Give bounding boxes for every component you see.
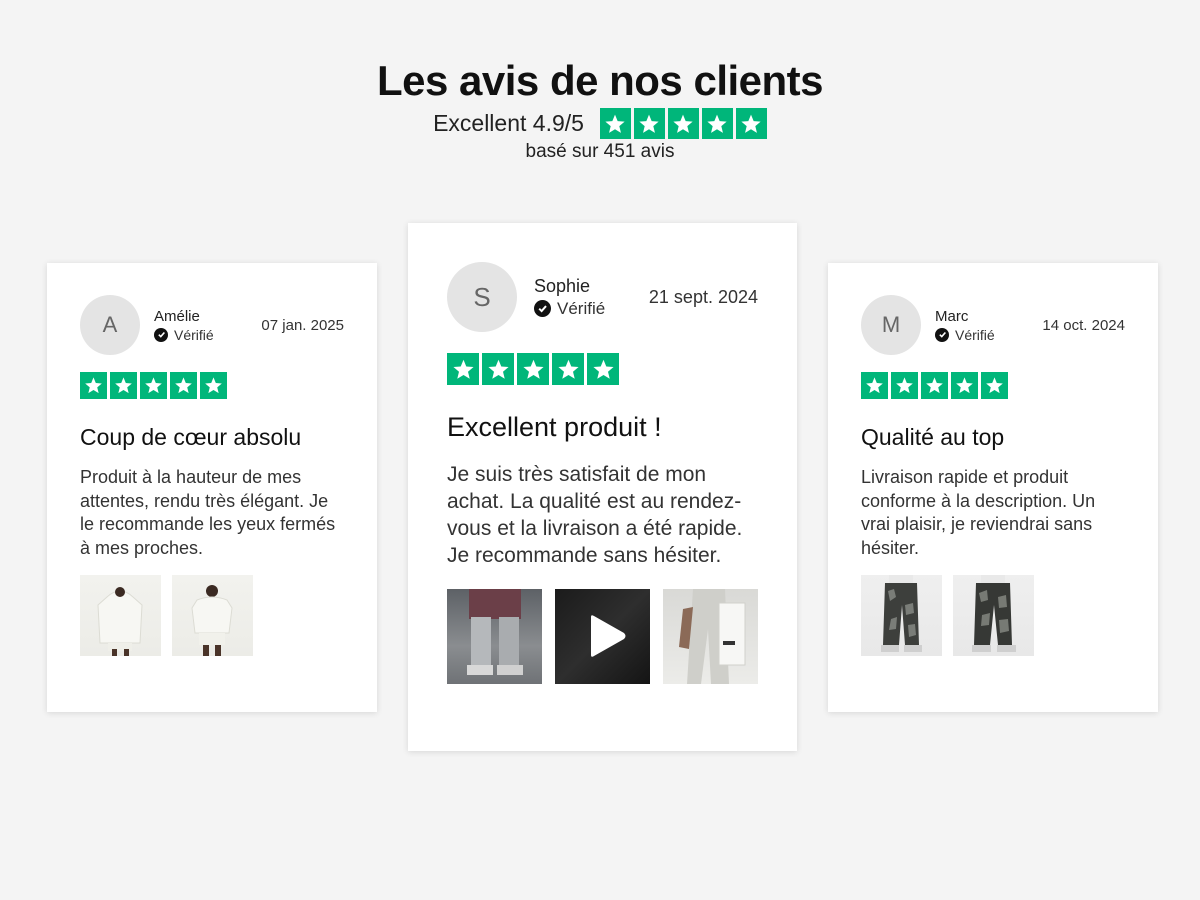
review-media	[80, 575, 344, 656]
star-icon	[633, 108, 665, 139]
verified-badge: Vérifié	[154, 327, 214, 343]
review-header: S Sophie Vérifié 21 sept. 2024	[447, 262, 758, 332]
page-title: Les avis de nos clients	[376, 57, 824, 104]
star-icon	[517, 353, 549, 385]
avatar: M	[861, 295, 921, 355]
reviewer-name: Amélie	[154, 307, 200, 325]
play-icon[interactable]	[587, 614, 627, 658]
review-text: Je suis très satisfait de mon achat. La …	[447, 462, 743, 567]
reviewer-name: Marc	[935, 307, 969, 325]
star-icon	[981, 372, 1008, 399]
star-icon	[80, 372, 107, 399]
review-date: 07 jan. 2025	[261, 316, 344, 334]
camo-pants-photo[interactable]	[953, 575, 1034, 656]
review-media	[861, 575, 1125, 656]
verified-badge: Vérifié	[534, 299, 605, 319]
review-stars	[861, 372, 1008, 399]
star-icon	[110, 372, 137, 399]
review-title: Excellent produit !	[447, 411, 662, 442]
shorts-photo[interactable]	[447, 588, 542, 684]
verified-label: Vérifié	[557, 298, 606, 318]
review-date: 14 oct. 2024	[1042, 316, 1125, 334]
hoodie-photo[interactable]	[80, 575, 161, 656]
review-stars	[447, 353, 619, 385]
header-stars	[599, 108, 767, 139]
review-header: M Marc Vérifié 14 oct. 2024	[861, 295, 1125, 355]
review-header: A Amélie Vérifié 07 jan. 2025	[80, 295, 344, 355]
star-icon	[200, 372, 227, 399]
check-icon	[935, 327, 949, 342]
star-icon	[951, 372, 978, 399]
review-title: Coup de cœur absolu	[80, 424, 302, 450]
star-icon	[921, 372, 948, 399]
star-icon	[170, 372, 197, 399]
star-icon	[447, 353, 479, 385]
reviews-header: Les avis de nos clients Excellent 4.9/5 …	[0, 56, 1200, 163]
reviewer-name: Sophie	[534, 275, 591, 296]
review-card: A Amélie Vérifié 07 jan. 2025 Coup de cœ…	[47, 263, 377, 712]
review-media	[447, 588, 758, 684]
star-icon	[140, 372, 167, 399]
review-date: 21 sept. 2024	[648, 286, 758, 307]
star-icon	[891, 372, 918, 399]
star-icon	[482, 353, 514, 385]
star-icon	[861, 372, 888, 399]
review-stars	[80, 372, 227, 399]
star-icon	[667, 108, 699, 139]
review-text: Produit à la hauteur de mes attentes, re…	[80, 467, 336, 558]
video-thumbnail[interactable]	[555, 588, 650, 684]
review-text: Livraison rapide et produit conforme à l…	[861, 467, 1096, 558]
check-icon	[154, 327, 168, 342]
rating-text: Excellent 4.9/5	[433, 110, 584, 136]
star-icon	[599, 108, 631, 139]
rating-summary: Excellent 4.9/5	[0, 108, 1200, 139]
camo-pants-photo[interactable]	[861, 575, 942, 656]
verified-badge: Vérifié	[935, 327, 995, 343]
star-icon	[735, 108, 767, 139]
check-icon	[534, 300, 551, 317]
joggers-photo[interactable]	[663, 588, 758, 684]
star-icon	[587, 353, 619, 385]
verified-label: Vérifié	[174, 326, 214, 343]
avatar: S	[447, 262, 517, 332]
avatar: A	[80, 295, 140, 355]
review-card-featured: S Sophie Vérifié 21 sept. 2024 Excellent…	[408, 223, 797, 751]
review-title: Qualité au top	[861, 424, 1005, 450]
review-card: M Marc Vérifié 14 oct. 2024 Qualité au t…	[828, 263, 1158, 712]
review-count: basé sur 451 avis	[525, 141, 675, 162]
star-icon	[552, 353, 584, 385]
verified-label: Vérifié	[955, 326, 995, 343]
star-icon	[701, 108, 733, 139]
hoodie-photo[interactable]	[172, 575, 253, 656]
